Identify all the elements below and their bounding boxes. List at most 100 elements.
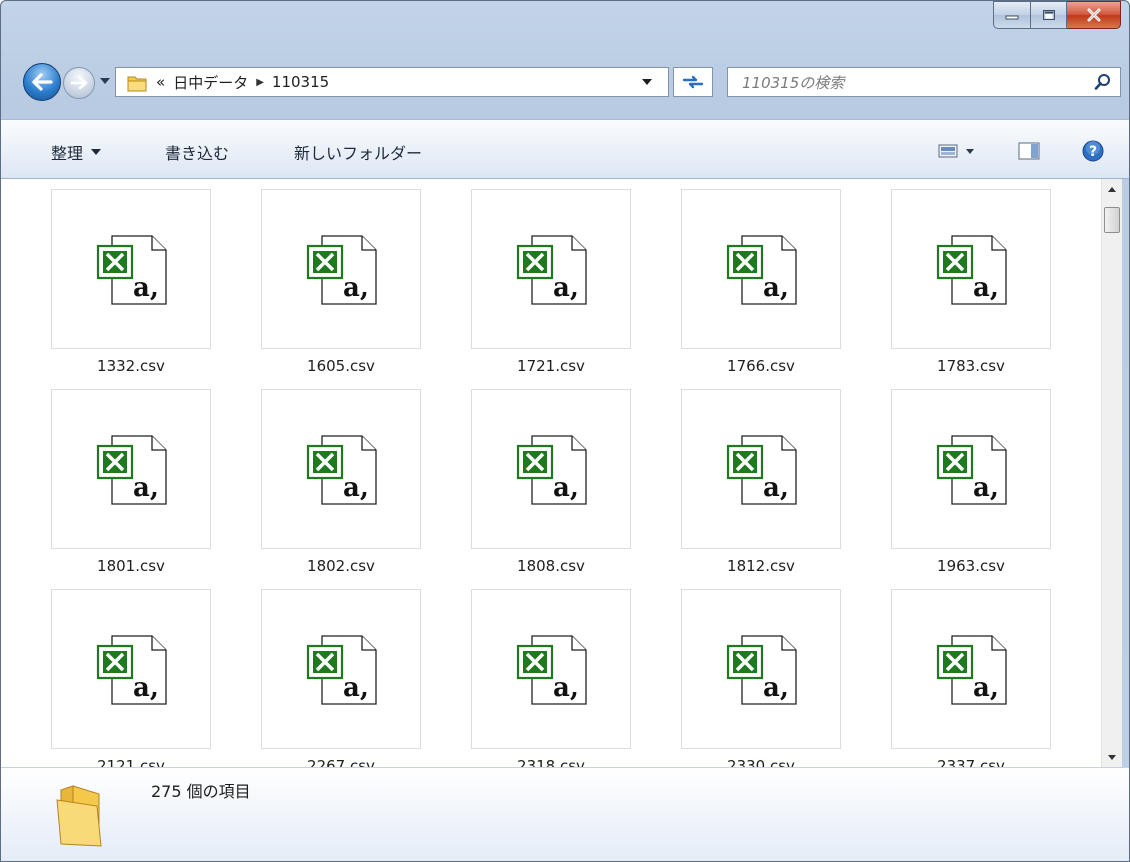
- scroll-up-arrow-icon: [1108, 186, 1116, 192]
- csv-file-icon: a,: [96, 435, 167, 505]
- refresh-button[interactable]: [673, 67, 713, 97]
- preview-pane-button[interactable]: [1011, 138, 1047, 164]
- file-name: 1963.csv: [937, 557, 1005, 575]
- help-icon: ?: [1082, 140, 1104, 162]
- file-thumbnail: a,: [681, 389, 841, 549]
- file-name: 2330.csv: [727, 757, 795, 767]
- file-item[interactable]: a, 2337.csv: [851, 579, 1051, 767]
- details-pane: 275 個の項目: [1, 767, 1129, 861]
- search-box: [727, 67, 1121, 97]
- search-input[interactable]: [740, 71, 1074, 95]
- svg-text:a,: a,: [343, 473, 369, 503]
- file-thumbnail: a,: [471, 389, 631, 549]
- breadcrumb-item-parent[interactable]: 日中データ: [173, 72, 248, 93]
- explorer-window: « 日中データ ▶ 110315 整理 書き込む 新しいフォルダー: [0, 0, 1130, 862]
- csv-file-icon: a,: [726, 235, 797, 305]
- file-thumbnail: a,: [891, 189, 1051, 349]
- file-item[interactable]: a, 1801.csv: [11, 379, 211, 579]
- forward-arrow-icon: [64, 68, 94, 98]
- minimize-icon: [1005, 15, 1019, 20]
- file-name: 2318.csv: [517, 757, 585, 767]
- scroll-thumb[interactable]: [1104, 207, 1120, 233]
- file-list: a, 1332.csv a, 1605.csv a, 1721.csv a, 1766.…: [1, 179, 1101, 767]
- csv-file-icon: a,: [306, 235, 377, 305]
- address-bar[interactable]: « 日中データ ▶ 110315: [115, 67, 669, 97]
- file-item[interactable]: a, 2318.csv: [431, 579, 631, 767]
- burn-label: 書き込む: [165, 144, 230, 163]
- address-history-button[interactable]: [642, 74, 656, 90]
- csv-file-icon: a,: [936, 435, 1007, 505]
- breadcrumb-overflow[interactable]: «: [156, 73, 165, 91]
- burn-button[interactable]: 書き込む: [165, 140, 229, 164]
- file-thumbnail: a,: [51, 389, 211, 549]
- svg-text:a,: a,: [343, 673, 369, 703]
- change-view-icon: [938, 144, 974, 158]
- breadcrumb-item-current[interactable]: 110315: [272, 73, 329, 91]
- change-view-button[interactable]: [927, 138, 989, 164]
- svg-text:?: ?: [1089, 144, 1097, 160]
- file-thumbnail: a,: [681, 589, 841, 749]
- folder-icon: [56, 785, 102, 847]
- file-item[interactable]: a, 2330.csv: [641, 579, 841, 767]
- file-item[interactable]: a, 1332.csv: [11, 179, 211, 379]
- breadcrumb: « 日中データ ▶ 110315: [156, 68, 329, 96]
- search-icon[interactable]: [1094, 73, 1112, 91]
- forward-button[interactable]: [63, 67, 95, 99]
- file-item[interactable]: a, 1963.csv: [851, 379, 1051, 579]
- svg-text:a,: a,: [133, 673, 159, 703]
- file-name: 1605.csv: [307, 357, 375, 375]
- svg-text:a,: a,: [973, 673, 999, 703]
- scroll-up-button[interactable]: [1102, 179, 1122, 199]
- recent-pages-button[interactable]: [97, 71, 113, 91]
- file-name: 2121.csv: [97, 757, 165, 767]
- breadcrumb-separator-icon[interactable]: ▶: [256, 77, 264, 88]
- file-item[interactable]: a, 1721.csv: [431, 179, 631, 379]
- file-item[interactable]: a, 2121.csv: [11, 579, 211, 767]
- vertical-scrollbar[interactable]: [1101, 179, 1122, 767]
- csv-file-icon: a,: [306, 635, 377, 705]
- svg-text:a,: a,: [553, 473, 579, 503]
- csv-file-icon: a,: [516, 235, 587, 305]
- file-thumbnail: a,: [261, 389, 421, 549]
- file-item[interactable]: a, 1812.csv: [641, 379, 841, 579]
- csv-file-icon: a,: [726, 435, 797, 505]
- file-item[interactable]: a, 2267.csv: [221, 579, 421, 767]
- file-thumbnail: a,: [51, 589, 211, 749]
- svg-text:a,: a,: [973, 473, 999, 503]
- maximize-button[interactable]: [1031, 1, 1067, 29]
- file-item[interactable]: a, 1783.csv: [851, 179, 1051, 379]
- minimize-button[interactable]: [993, 1, 1031, 29]
- csv-file-icon: a,: [936, 635, 1007, 705]
- csv-file-icon: a,: [516, 435, 587, 505]
- file-item[interactable]: a, 1802.csv: [221, 379, 421, 579]
- new-folder-button[interactable]: 新しいフォルダー: [294, 140, 422, 164]
- file-item[interactable]: a, 1766.csv: [641, 179, 841, 379]
- file-name: 1808.csv: [517, 557, 585, 575]
- file-name: 1721.csv: [517, 357, 585, 375]
- file-name: 2337.csv: [937, 757, 1005, 767]
- preview-pane-icon: [1018, 142, 1040, 160]
- file-thumbnail: a,: [891, 589, 1051, 749]
- svg-text:a,: a,: [553, 673, 579, 703]
- file-name: 1801.csv: [97, 557, 165, 575]
- back-button[interactable]: [23, 63, 61, 101]
- file-thumbnail: a,: [471, 189, 631, 349]
- svg-text:a,: a,: [133, 273, 159, 303]
- csv-file-icon: a,: [516, 635, 587, 705]
- chevron-down-icon: [642, 79, 652, 85]
- file-item[interactable]: a, 1808.csv: [431, 379, 631, 579]
- new-folder-label: 新しいフォルダー: [294, 144, 423, 163]
- organize-label: 整理: [51, 144, 84, 163]
- csv-file-icon: a,: [306, 435, 377, 505]
- help-button[interactable]: ?: [1077, 138, 1109, 164]
- item-count: 275 個の項目: [151, 782, 251, 801]
- svg-text:a,: a,: [973, 273, 999, 303]
- csv-file-icon: a,: [96, 235, 167, 305]
- organize-button[interactable]: 整理: [51, 140, 102, 164]
- command-bar: 整理 書き込む 新しいフォルダー ?: [1, 119, 1129, 179]
- scroll-down-button[interactable]: [1102, 747, 1122, 767]
- file-item[interactable]: a, 1605.csv: [221, 179, 421, 379]
- chevron-down-icon: [91, 149, 102, 155]
- close-button[interactable]: [1067, 1, 1121, 29]
- file-thumbnail: a,: [471, 589, 631, 749]
